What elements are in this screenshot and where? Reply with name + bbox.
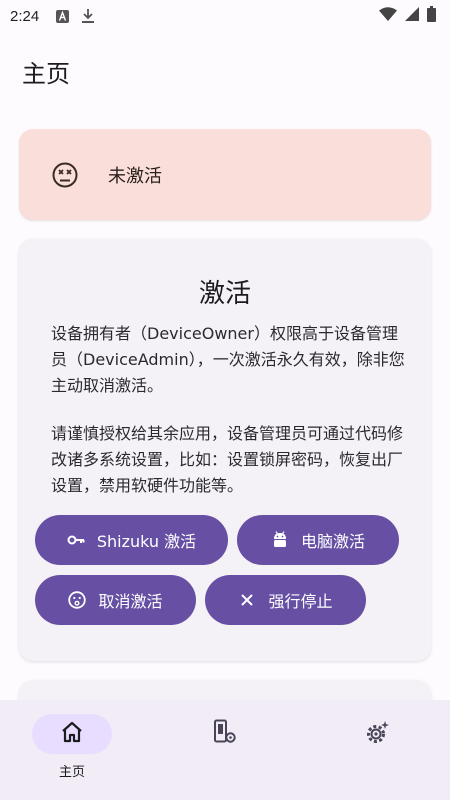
- nav-apps-pill: [185, 714, 265, 754]
- nav-item-settings[interactable]: [333, 714, 423, 754]
- force-stop-button[interactable]: 强行停止: [205, 575, 366, 625]
- key-icon: [67, 531, 85, 549]
- caution-description: 请谨慎授权给其余应用，设备管理员可通过代码修改诸多系统设置，比如：设置锁屏密码，…: [51, 424, 404, 495]
- nav-item-apps[interactable]: [180, 714, 270, 754]
- wifi-icon: [379, 7, 397, 25]
- sad-face-icon: [68, 591, 87, 609]
- pc-activate-label: 电脑激活: [300, 532, 365, 551]
- android-icon: [271, 531, 289, 549]
- status-bar: 2:24: [0, 0, 450, 32]
- nav-home-indicator: [32, 714, 112, 754]
- force-stop-label: 强行停止: [268, 592, 333, 611]
- cancel-activation-label: 取消激活: [98, 592, 163, 611]
- pc-activate-button[interactable]: 电脑激活: [237, 515, 399, 565]
- bottom-navigation: 主页: [0, 700, 450, 800]
- nav-settings-pill: [338, 714, 418, 754]
- nav-item-home[interactable]: 主页: [27, 714, 117, 780]
- page-title: 主页: [22, 60, 70, 88]
- shizuku-activate-button[interactable]: Shizuku 激活: [35, 515, 228, 565]
- close-icon: [238, 591, 256, 609]
- dizzy-face-icon: [52, 162, 78, 188]
- gear-sparkle-icon: [365, 719, 391, 749]
- device-owner-description: 设备拥有者（DeviceOwner）权限高于设备管理员（DeviceAdmin）…: [51, 324, 405, 395]
- signal-icon: [405, 7, 419, 25]
- font-a-icon: [55, 9, 69, 23]
- cancel-activation-button[interactable]: 取消激活: [35, 575, 196, 625]
- home-icon: [60, 721, 84, 747]
- nav-home-label: 主页: [58, 765, 85, 780]
- download-icon: [81, 9, 95, 23]
- battery-icon: [427, 6, 436, 26]
- shizuku-activate-label: Shizuku 激活: [96, 532, 197, 551]
- activate-card-title: 激活: [198, 279, 251, 309]
- status-text: 未激活: [108, 165, 162, 187]
- activate-card: 激活 设备拥有者（DeviceOwner）权限高于设备管理员（DeviceAdm…: [19, 239, 431, 661]
- activation-status-card: 未激活: [19, 129, 431, 220]
- status-time: 2:24: [10, 7, 40, 25]
- apps-settings-icon: [212, 719, 238, 749]
